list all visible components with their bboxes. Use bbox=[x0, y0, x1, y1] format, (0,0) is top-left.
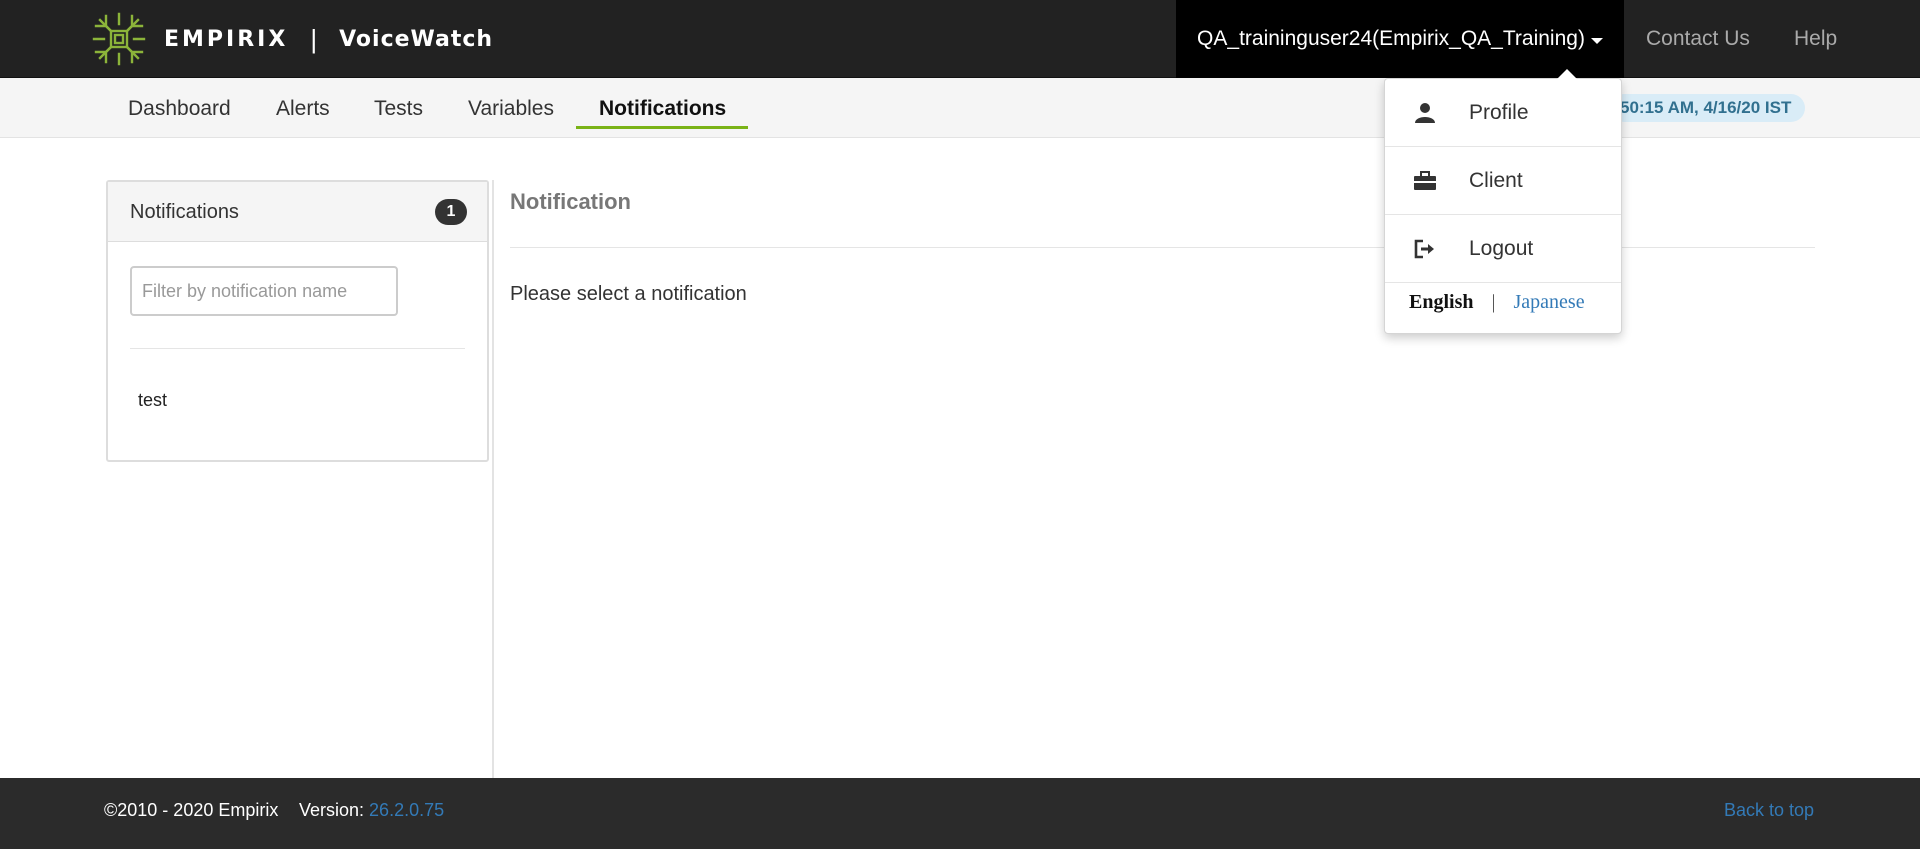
back-to-top-link[interactable]: Back to top bbox=[1724, 800, 1814, 821]
nav-alerts[interactable]: Alerts bbox=[276, 78, 330, 138]
notification-detail-title: Notification bbox=[510, 189, 631, 214]
notification-list-item[interactable]: test bbox=[138, 390, 167, 411]
version-label: Version: bbox=[299, 800, 365, 820]
dropdown-item-label: Client bbox=[1469, 168, 1523, 192]
notification-count-badge: 1 bbox=[435, 199, 467, 225]
copyright-text: ©2010 - 2020 Empirix bbox=[104, 800, 279, 820]
panel-header: Notifications 1 bbox=[108, 182, 487, 242]
dropdown-item-client[interactable]: Client bbox=[1385, 147, 1621, 214]
panel-title: Notifications bbox=[130, 201, 239, 223]
empty-state-message: Please select a notification bbox=[510, 283, 747, 305]
notifications-panel: Notifications 1 test bbox=[106, 180, 489, 462]
dropdown-item-logout[interactable]: Logout bbox=[1385, 215, 1621, 282]
product-name: VoiceWatch bbox=[339, 26, 494, 52]
notification-filter-input[interactable] bbox=[130, 266, 398, 316]
language-english[interactable]: English bbox=[1409, 291, 1473, 314]
nav-tests[interactable]: Tests bbox=[374, 78, 423, 138]
content-divider bbox=[492, 180, 494, 778]
brand-separator: | bbox=[310, 23, 318, 54]
version-value: 26.2.0.75 bbox=[369, 800, 445, 820]
help-link[interactable]: Help bbox=[1794, 0, 1837, 78]
brand[interactable]: EMPIRIX | VoiceWatch bbox=[92, 12, 493, 66]
dropdown-item-label: Logout bbox=[1469, 236, 1534, 260]
caret-down-icon bbox=[1590, 38, 1603, 44]
empirix-logo-icon bbox=[92, 12, 146, 66]
nav-notifications[interactable]: Notifications bbox=[599, 78, 726, 138]
company-name: EMPIRIX bbox=[164, 26, 289, 52]
user-icon bbox=[1411, 99, 1439, 127]
user-dropdown-menu: Profile Client Logout English | Japanese bbox=[1384, 69, 1622, 334]
language-switcher: English | Japanese bbox=[1409, 291, 1585, 314]
contact-us-link[interactable]: Contact Us bbox=[1646, 0, 1750, 78]
dropdown-arrow bbox=[1557, 69, 1577, 79]
top-header: EMPIRIX | VoiceWatch QA_traininguser24(E… bbox=[0, 0, 1920, 78]
language-japanese[interactable]: Japanese bbox=[1514, 291, 1585, 314]
dropdown-divider bbox=[1385, 282, 1621, 283]
panel-divider bbox=[130, 348, 465, 349]
dropdown-item-label: Profile bbox=[1469, 100, 1529, 124]
active-tab-indicator bbox=[576, 126, 748, 129]
version-info: Version: 26.2.0.75 bbox=[299, 800, 444, 821]
time-display-badge: 50:15 AM, 4/16/20 IST bbox=[1610, 94, 1806, 122]
footer: ©2010 - 2020 Empirix Version: 26.2.0.75 B… bbox=[0, 778, 1920, 849]
user-name-label: QA_traininguser24(Empirix_QA_Training) bbox=[1197, 27, 1585, 50]
nav-variables[interactable]: Variables bbox=[468, 78, 554, 138]
logout-icon bbox=[1411, 235, 1439, 263]
dropdown-item-profile[interactable]: Profile bbox=[1385, 79, 1621, 146]
briefcase-icon bbox=[1411, 167, 1439, 195]
nav-dashboard[interactable]: Dashboard bbox=[128, 78, 231, 138]
language-separator: | bbox=[1491, 291, 1496, 313]
user-menu-toggle[interactable]: QA_traininguser24(Empirix_QA_Training) bbox=[1176, 0, 1624, 78]
